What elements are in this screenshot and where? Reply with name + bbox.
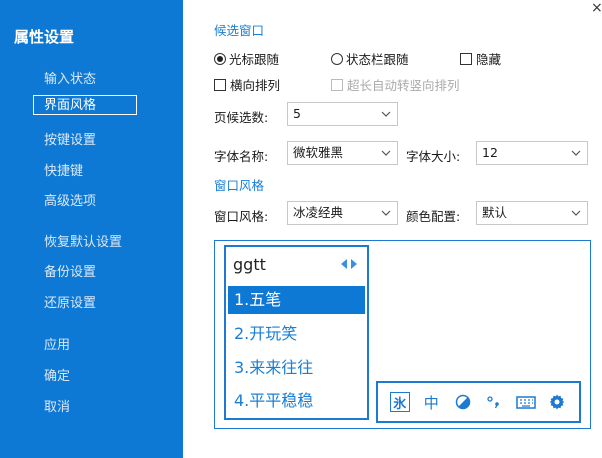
section-title-candidate: 候选窗口 — [214, 23, 265, 38]
next-page-icon[interactable] — [350, 259, 358, 269]
page-count-select[interactable]: 5 — [287, 102, 398, 126]
ok-button[interactable]: 确定 — [44, 365, 70, 384]
radio-follow-cursor[interactable]: 光标跟随 — [214, 49, 279, 68]
chevron-down-icon — [571, 150, 581, 156]
radio-label: 光标跟随 — [229, 52, 280, 67]
checkbox-horizontal[interactable]: 横向排列 — [214, 75, 280, 94]
candidate-item[interactable]: 4.平平稳稳 — [228, 387, 365, 415]
sidebar-title: 属性设置 — [14, 28, 75, 46]
candidate-window-preview: ggtt 1.五笔 2.开玩笑 3.来来往往 4.平平稳稳 — [224, 245, 369, 420]
font-size-label: 字体大小: — [406, 149, 461, 164]
fullwidth-icon[interactable]: 中 — [421, 392, 441, 412]
font-name-select[interactable]: 微软雅黑 — [287, 141, 398, 165]
page-arrows[interactable] — [340, 259, 358, 269]
gear-icon-graphic — [549, 394, 565, 410]
gear-icon[interactable] — [547, 392, 567, 412]
candidate-item[interactable]: 1.五笔 — [228, 286, 365, 314]
select-value: 5 — [293, 106, 301, 121]
mode-icon[interactable]: 氷 — [389, 392, 410, 412]
radio-label: 状态栏跟随 — [346, 52, 409, 67]
color-config-label: 颜色配置: — [406, 209, 461, 224]
checkbox-hide[interactable]: 隐藏 — [460, 49, 501, 68]
cancel-button[interactable]: 取消 — [44, 396, 70, 415]
sidebar-item-advanced[interactable]: 高级选项 — [44, 190, 96, 209]
window-style-select[interactable]: 冰凌经典 — [287, 201, 398, 225]
sidebar: 属性设置 输入状态 界面风格 按键设置 快捷键 高级选项 恢复默认设置 备份设置… — [0, 0, 183, 458]
radio-dot — [331, 52, 343, 65]
apply-button[interactable]: 应用 — [44, 334, 70, 353]
chevron-down-icon — [381, 210, 391, 216]
sidebar-item-shortcuts[interactable]: 快捷键 — [44, 160, 83, 179]
font-name-label: 字体名称: — [214, 149, 269, 164]
skin-icon-graphic — [455, 394, 470, 410]
sidebar-item-input-status[interactable]: 输入状态 — [44, 68, 96, 87]
radio-dot — [214, 52, 226, 65]
input-code: ggtt — [233, 255, 266, 274]
select-value: 微软雅黑 — [293, 145, 344, 160]
punctuation-icon[interactable] — [484, 392, 504, 412]
checkbox-label: 隐藏 — [476, 52, 502, 67]
checkbox-box — [214, 78, 226, 91]
candidate-item[interactable]: 2.开玩笑 — [228, 320, 365, 348]
color-config-select[interactable]: 默认 — [476, 201, 588, 225]
keyboard-icon-graphic — [516, 396, 536, 409]
checkbox-box — [331, 78, 343, 91]
sidebar-item-ui-style[interactable]: 界面风格 — [33, 95, 137, 115]
sidebar-item-key-settings[interactable]: 按键设置 — [44, 129, 96, 148]
chevron-down-icon — [381, 150, 391, 156]
select-value: 冰凌经典 — [293, 205, 344, 220]
checkbox-label: 横向排列 — [230, 78, 281, 93]
checkbox-box — [460, 52, 472, 65]
prev-page-icon[interactable] — [340, 259, 348, 269]
punctuation-icon-graphic — [487, 396, 500, 409]
select-value: 12 — [482, 145, 498, 160]
page-count-label: 页候选数: — [214, 110, 269, 125]
sidebar-item-backup[interactable]: 备份设置 — [44, 261, 96, 280]
skin-icon[interactable] — [453, 392, 473, 412]
section-title-style: 窗口风格 — [214, 178, 265, 193]
sidebar-item-restore-defaults[interactable]: 恢复默认设置 — [44, 231, 122, 250]
chevron-down-icon — [571, 210, 581, 216]
checkbox-label: 超长自动转竖向排列 — [347, 78, 460, 93]
checkbox-auto-vertical: 超长自动转竖向排列 — [331, 75, 460, 94]
candidate-item[interactable]: 3.来来往往 — [228, 354, 365, 382]
font-size-select[interactable]: 12 — [476, 141, 588, 165]
status-toolbar-preview: 氷 中 — [376, 381, 581, 423]
select-value: 默认 — [482, 205, 508, 220]
close-button[interactable]: × — [591, 0, 602, 16]
chevron-down-icon — [381, 111, 391, 117]
keyboard-icon[interactable] — [516, 392, 536, 412]
sidebar-item-restore[interactable]: 还原设置 — [44, 292, 96, 311]
radio-follow-statusbar[interactable]: 状态栏跟随 — [331, 49, 409, 68]
style-label: 窗口风格: — [214, 209, 269, 224]
